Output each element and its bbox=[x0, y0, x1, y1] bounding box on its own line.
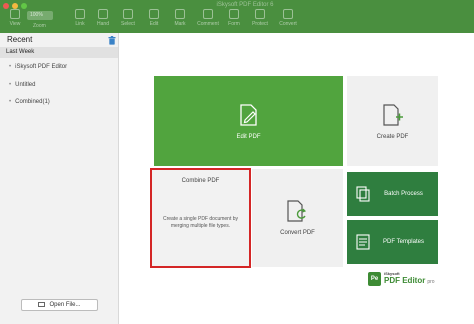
sidebar-title: Recent bbox=[7, 35, 33, 44]
sidebar-header: Recent bbox=[0, 33, 118, 47]
link-icon bbox=[75, 9, 85, 19]
combine-pdf-tile[interactable]: Combine PDF Create a single PDF document… bbox=[150, 168, 251, 268]
create-pdf-label: Create PDF bbox=[376, 134, 409, 140]
pdf-editor-logo-icon: Pe bbox=[368, 272, 381, 286]
toolbar-label: Form bbox=[228, 21, 240, 27]
toolbar-label: Mark bbox=[174, 21, 186, 27]
mark-icon bbox=[175, 9, 185, 19]
select-icon bbox=[123, 9, 133, 19]
toolbar-mark[interactable]: Mark bbox=[168, 9, 192, 27]
comment-icon bbox=[203, 9, 213, 19]
protect-icon bbox=[255, 9, 265, 19]
combine-pdf-label: Combine PDF bbox=[181, 178, 220, 184]
toolbar-view[interactable]: View bbox=[3, 9, 27, 27]
toolbar-label: Comment bbox=[197, 21, 219, 27]
toolbar-label: Link bbox=[75, 21, 85, 27]
pdf-templates-tile[interactable]: PDF Templates bbox=[347, 220, 438, 264]
edit-pdf-label: Edit PDF bbox=[236, 134, 261, 140]
open-file-label: Open File... bbox=[49, 302, 81, 308]
toolbar-label: Edit bbox=[149, 21, 159, 27]
window-title: iSkysoft PDF Editor 6 bbox=[216, 2, 274, 8]
toolbar-protect[interactable]: Protect bbox=[248, 9, 272, 27]
sidebar-group-header: Last Week bbox=[0, 47, 118, 58]
toolbar-form[interactable]: Form bbox=[222, 9, 246, 27]
brand-logo: Pe iSkysoft PDF Editor pro bbox=[368, 270, 448, 290]
pdf-templates-label: PDF Templates bbox=[383, 239, 424, 245]
sidebar: Recent Last Week iSkysoft PDF Editor Unt… bbox=[0, 33, 119, 324]
toolbar-label: Hand bbox=[97, 21, 109, 27]
toolbar-convert[interactable]: Convert bbox=[276, 9, 300, 27]
pdf-templates-icon bbox=[356, 234, 370, 250]
create-pdf-icon bbox=[383, 104, 403, 126]
view-icon bbox=[10, 9, 20, 19]
toolbar: iSkysoft PDF Editor 6 100% Zoom View Lin… bbox=[0, 0, 474, 33]
sidebar-group-label: Last Week bbox=[6, 49, 35, 55]
combine-pdf-description: Create a single PDF document by merging … bbox=[162, 216, 239, 229]
batch-process-tile[interactable]: Batch Process bbox=[347, 172, 438, 216]
recent-file-item[interactable]: Untitled bbox=[9, 82, 35, 88]
brand-edition: pro bbox=[427, 279, 435, 285]
toolbar-edit[interactable]: Edit bbox=[142, 9, 166, 27]
zoom-select[interactable]: 100% bbox=[27, 11, 53, 20]
recent-file-item[interactable]: Combined(1) bbox=[9, 99, 50, 105]
edit-pdf-tile[interactable]: Edit PDF bbox=[154, 76, 343, 166]
convert-pdf-label: Convert PDF bbox=[280, 230, 315, 236]
toolbar-hand[interactable]: Hand bbox=[91, 9, 115, 27]
toolbar-label: View bbox=[9, 21, 21, 27]
recent-file-item[interactable]: iSkysoft PDF Editor bbox=[9, 64, 67, 70]
form-icon bbox=[229, 9, 239, 19]
create-pdf-tile[interactable]: Create PDF bbox=[347, 76, 438, 166]
edit-icon bbox=[149, 9, 159, 19]
toolbar-label: Convert bbox=[279, 21, 297, 27]
batch-process-icon bbox=[356, 186, 370, 202]
zoom-label: Zoom bbox=[33, 23, 46, 29]
hand-icon bbox=[98, 9, 108, 19]
brand-product: PDF Editor pro bbox=[384, 276, 435, 285]
convert-pdf-icon bbox=[287, 200, 307, 222]
trash-icon[interactable] bbox=[108, 36, 116, 45]
edit-pdf-icon bbox=[240, 104, 257, 126]
toolbar-select[interactable]: Select bbox=[116, 9, 140, 27]
batch-process-label: Batch Process bbox=[384, 191, 423, 197]
convert-pdf-tile[interactable]: Convert PDF bbox=[252, 169, 343, 267]
convert-icon bbox=[283, 9, 293, 19]
toolbar-link[interactable]: Link bbox=[68, 9, 92, 27]
toolbar-label: Select bbox=[121, 21, 135, 27]
brand-product-name: PDF Editor bbox=[384, 276, 426, 285]
toolbar-comment[interactable]: Comment bbox=[196, 9, 220, 27]
open-file-button[interactable]: Open File... bbox=[21, 299, 98, 311]
toolbar-label: Protect bbox=[252, 21, 268, 27]
folder-icon bbox=[38, 302, 46, 307]
